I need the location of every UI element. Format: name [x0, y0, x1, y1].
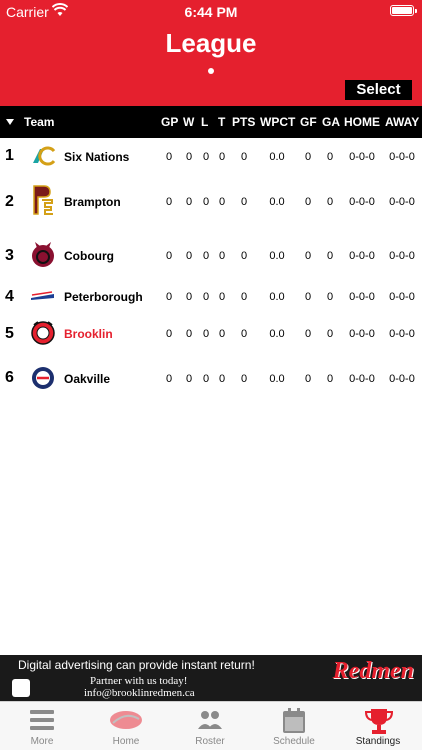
pts-value: 0: [240, 151, 248, 163]
table-row[interactable]: 1 Six Nations 0 0 0 0 0 0.0 0 0 0-0-0 0-…: [0, 138, 422, 174]
table-row[interactable]: 5 Brooklin 0 0 0 0 0 0.0 0 0 0-0-0 0-0-0: [0, 312, 422, 356]
ga-value: 0: [326, 151, 334, 163]
home-value: 0-0-0: [349, 151, 375, 163]
pts-value: 0: [240, 250, 248, 262]
team-name: Cobourg: [64, 249, 114, 263]
tab-label: Standings: [355, 736, 401, 747]
home-value: 0-0-0: [349, 291, 375, 303]
rank: 3: [5, 247, 14, 264]
ga-value: 0: [326, 328, 334, 340]
tab-schedule[interactable]: Schedule: [252, 702, 336, 751]
rank: 6: [5, 369, 14, 386]
select-button[interactable]: Select: [345, 80, 412, 100]
away-value: 0-0-0: [389, 250, 415, 262]
ga-value: 0: [326, 250, 334, 262]
wpct-value: 0.0: [269, 196, 285, 208]
league-badge-icon: [12, 679, 30, 697]
calendar-icon: [283, 708, 305, 733]
tab-label: Schedule: [273, 736, 315, 747]
col-pts[interactable]: PTS: [232, 115, 255, 129]
ad-headline: Digital advertising can provide instant …: [18, 658, 255, 672]
team-logo-icon: [110, 711, 142, 729]
six-nations-logo-icon: [33, 146, 56, 166]
away-value: 0-0-0: [389, 328, 415, 340]
tab-more[interactable]: More: [0, 702, 84, 751]
pts-value: 0: [240, 373, 248, 385]
tab-roster[interactable]: Roster: [168, 702, 252, 751]
col-t[interactable]: T: [218, 115, 225, 129]
battery-icon: [390, 5, 417, 16]
away-value: 0-0-0: [389, 151, 415, 163]
table-row[interactable]: 4 Peterborough 0 0 0 0 0 0.0 0 0 0-0-0 0…: [0, 282, 422, 312]
trophy-icon: [364, 709, 394, 734]
wpct-value: 0.0: [269, 328, 285, 340]
away-value: 0-0-0: [389, 373, 415, 385]
tab-standings[interactable]: Standings: [336, 702, 420, 751]
team-name: Brooklin: [64, 327, 113, 341]
table-row[interactable]: 3 Cobourg 0 0 0 0 0 0.0 0 0 0-0-0 0-0-0: [0, 230, 422, 282]
col-wpct[interactable]: WPCT: [260, 115, 295, 129]
rank: 2: [5, 193, 14, 210]
redmen-logo: Redmen: [332, 658, 414, 684]
away-value: 0-0-0: [389, 196, 415, 208]
table-row[interactable]: 6 Oakville 0 0 0 0 0 0.0 0 0 0-0-0 0-0-0: [0, 356, 422, 400]
team-name: Peterborough: [64, 290, 143, 304]
ga-value: 0: [326, 196, 334, 208]
col-l[interactable]: L: [201, 115, 208, 129]
peterborough-logo-icon: [31, 291, 54, 300]
home-value: 0-0-0: [349, 328, 375, 340]
rank: 5: [5, 325, 14, 342]
rank: 1: [5, 147, 14, 164]
tab-label: Home: [112, 736, 140, 747]
wpct-value: 0.0: [269, 373, 285, 385]
page-indicator-dot: [208, 68, 214, 74]
team-name: Brampton: [64, 195, 121, 209]
ga-value: 0: [326, 291, 334, 303]
brooklin-logo-icon: [31, 321, 55, 345]
oakville-logo-icon: [32, 367, 54, 389]
col-gf[interactable]: GF: [300, 115, 317, 129]
col-ga[interactable]: GA: [322, 115, 340, 129]
away-value: 0-0-0: [389, 291, 415, 303]
pts-value: 0: [240, 291, 248, 303]
wpct-value: 0.0: [269, 291, 285, 303]
col-away[interactable]: AWAY: [385, 115, 419, 129]
col-team[interactable]: Team: [24, 115, 54, 129]
col-gp[interactable]: GP: [161, 115, 178, 129]
nav-header: Carrier 6:44 PM League Select: [0, 0, 422, 106]
page-title: League: [165, 28, 257, 58]
tab-bar: More Home Roster Schedule Standings: [0, 701, 422, 750]
people-icon: [198, 711, 222, 729]
cobourg-logo-icon: [32, 242, 54, 267]
col-w[interactable]: W: [183, 115, 194, 129]
sort-caret-icon[interactable]: [6, 119, 14, 125]
home-value: 0-0-0: [349, 373, 375, 385]
clock: 6:44 PM: [184, 4, 238, 20]
pts-value: 0: [240, 196, 248, 208]
pts-value: 0: [240, 328, 248, 340]
home-value: 0-0-0: [349, 250, 375, 262]
standings-header: Team GP W L T PTS WPCT GF GA HOME AWAY: [0, 106, 422, 138]
table-row[interactable]: 2 Brampton 0 0 0 0 0 0.0 0 0 0-0-0 0-0-0: [0, 174, 422, 230]
ad-banner[interactable]: Digital advertising can provide instant …: [0, 655, 422, 701]
menu-icon: [30, 710, 54, 730]
tab-label: More: [30, 736, 54, 747]
ga-value: 0: [326, 373, 334, 385]
wpct-value: 0.0: [269, 151, 285, 163]
ad-email: info@brooklinredmen.ca: [84, 687, 195, 699]
ad-tagline: Partner with us today!: [90, 675, 188, 687]
team-name: Six Nations: [64, 150, 130, 164]
col-home[interactable]: HOME: [344, 115, 380, 129]
wpct-value: 0.0: [269, 250, 285, 262]
status-bar: Carrier 6:44 PM: [0, 0, 422, 22]
team-name: Oakville: [64, 372, 111, 386]
brampton-logo-icon: [33, 185, 53, 215]
tab-label: Roster: [195, 736, 225, 747]
home-value: 0-0-0: [349, 196, 375, 208]
rank: 4: [5, 288, 14, 305]
tab-home[interactable]: Home: [84, 702, 168, 751]
